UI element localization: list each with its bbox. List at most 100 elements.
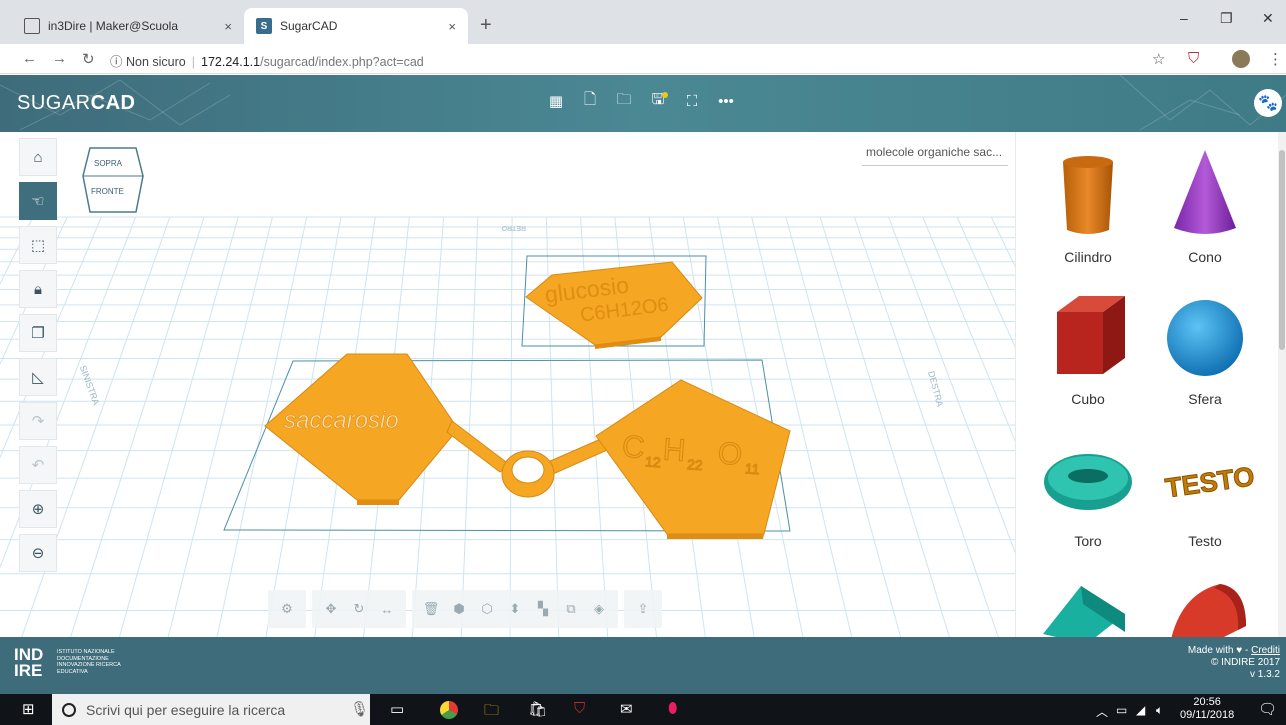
avatar[interactable] <box>1232 50 1250 68</box>
shape-sphere[interactable]: Sfera <box>1150 290 1260 407</box>
fullscreen-icon[interactable]: ⛶ <box>682 91 702 111</box>
task-view-icon[interactable]: ▭ <box>390 700 404 718</box>
mirror-icon[interactable]: ⧉ <box>558 596 584 622</box>
project-name-field[interactable]: molecole organiche sac... <box>862 142 1008 166</box>
bookmark-star-icon[interactable]: ☆ <box>1152 50 1165 68</box>
close-window-button[interactable]: ✕ <box>1262 10 1274 27</box>
pan-hand-icon[interactable]: ☜ <box>19 182 57 220</box>
pocket-extension-icon[interactable]: ⛉ <box>1188 50 1199 67</box>
tab-in3dire[interactable]: in3Dire | Maker@Scuola × <box>12 8 244 44</box>
tab-close-icon[interactable]: × <box>224 19 232 34</box>
copy-icon[interactable]: ❐ <box>19 314 57 352</box>
made-with-text: Made with ♥ - <box>1187 645 1252 656</box>
shape-prism[interactable] <box>1033 574 1143 637</box>
move-icon[interactable]: ✥ <box>318 596 344 622</box>
tab-close-icon[interactable]: × <box>448 19 456 34</box>
volume-icon[interactable]: 🔈︎ <box>1156 703 1163 718</box>
wifi-icon[interactable]: ◢ <box>1136 703 1145 717</box>
battery-icon[interactable]: ▭ <box>1116 703 1127 717</box>
mail-icon[interactable]: ✉ <box>620 700 633 718</box>
rotate-icon[interactable]: ↻ <box>346 596 372 622</box>
undo-icon[interactable]: ↶ <box>19 446 57 484</box>
home-view-icon[interactable]: ⌂ <box>19 138 57 176</box>
logo-subtitle: ISTITUTO NAZIONALE DOCUMENTAZIONE INNOVA… <box>57 649 121 675</box>
settings-gear-icon[interactable]: ⚙ <box>274 596 300 622</box>
back-arrow-icon[interactable]: ← <box>22 50 37 67</box>
formula-11: 11 <box>744 460 760 477</box>
new-tab-button[interactable]: + <box>480 14 492 37</box>
shape-text[interactable]: TESTO Testo <box>1150 432 1260 549</box>
zoom-out-icon[interactable]: ⊖ <box>19 534 57 572</box>
tray-chevron-icon[interactable]: ︿ <box>1096 703 1108 720</box>
shape-half-cylinder[interactable] <box>1150 574 1260 637</box>
lock-icon[interactable]: 🔒︎ <box>19 270 57 308</box>
settings-group: ⚙ <box>268 590 306 628</box>
box-select-icon[interactable]: ⬚ <box>19 226 57 264</box>
export-icon[interactable]: ⇪ <box>630 596 656 622</box>
shapes-scrollbar[interactable] <box>1278 132 1286 637</box>
tab-sugarcad[interactable]: S SugarCAD × <box>244 8 468 44</box>
scrollbar-thumb[interactable] <box>1279 150 1285 350</box>
shape-torus[interactable]: Toro <box>1033 432 1143 549</box>
chrome-icon[interactable] <box>440 701 458 719</box>
export-group: ⇪ <box>624 590 662 628</box>
shape-label: Cono <box>1188 249 1222 265</box>
windows-start-icon[interactable]: ⊞ <box>22 700 35 718</box>
taskbar-search[interactable]: Scrivi qui per eseguire la ricerca <box>52 694 370 725</box>
left-toolbar: ⌂ ☜ ⬚ 🔒︎ ❐ ◺ ↷ ↶ ⊕ ⊖ <box>19 138 57 578</box>
copyright-text: © INDIRE 2017 <box>1210 657 1280 668</box>
grid-label-left: SINISTRA <box>78 364 102 406</box>
taskbar-clock[interactable]: 20:56 09/11/2018 <box>1180 696 1234 722</box>
info-icon[interactable]: ⓘ <box>110 55 123 69</box>
mic-icon[interactable]: 🎙︎ <box>350 700 369 718</box>
shape-label: Cubo <box>1071 391 1105 407</box>
sucrose-hexagon-side <box>357 500 399 505</box>
view-cube[interactable]: SOPRA FRONTE <box>80 146 146 216</box>
group-icon[interactable]: ⬢ <box>446 596 472 622</box>
credits-link[interactable]: Crediti <box>1251 645 1280 656</box>
file-explorer-icon[interactable]: 🗀 <box>484 700 499 725</box>
formula-o: O <box>717 435 744 472</box>
indire-logo[interactable]: IND IRE ISTITUTO NAZIONALE DOCUMENTAZION… <box>14 646 120 679</box>
store-icon[interactable]: 🛍︎ <box>528 700 547 718</box>
scale-icon[interactable]: ↔ <box>374 596 400 622</box>
new-file-icon[interactable]: 🗋 <box>580 91 600 111</box>
save-icon[interactable]: 🖫 <box>648 91 668 111</box>
reload-icon[interactable]: ↻ <box>82 50 95 68</box>
scene-canvas[interactable]: RETRO SINISTRA DESTRA glucosio C6H12O6 s… <box>0 132 1015 637</box>
delete-icon[interactable]: 🗑︎ <box>418 596 444 622</box>
menu-dots-icon[interactable]: ⋮ <box>1268 50 1283 68</box>
forward-arrow-icon[interactable]: → <box>52 50 67 67</box>
prism-icon <box>1043 586 1125 637</box>
paw-icon[interactable]: 🐾 <box>1254 89 1282 117</box>
shape-label: Testo <box>1188 533 1222 549</box>
mcafee-icon[interactable]: ⛉ <box>574 700 585 717</box>
url-field[interactable]: ⓘ Non sicuro | 172.24.1.1/sugarcad/index.p… <box>110 51 424 70</box>
shape-cone[interactable]: Cono <box>1150 148 1260 265</box>
half-cylinder-icon <box>1171 584 1246 637</box>
open-folder-icon[interactable]: 🗀 <box>614 91 634 111</box>
restore-button[interactable]: ❐ <box>1220 10 1233 27</box>
logo-text-bold: CAD <box>90 92 136 114</box>
redo-icon[interactable]: ↷ <box>19 402 57 440</box>
shape-cylinder[interactable]: Cilindro <box>1033 148 1143 265</box>
search-placeholder: Scrivi qui per eseguire la ricerca <box>86 701 286 718</box>
workspace: RETRO SINISTRA DESTRA glucosio C6H12O6 s… <box>0 132 1286 637</box>
duplicate-icon[interactable]: ▚ <box>530 596 556 622</box>
shape-cube[interactable]: Cubo <box>1033 290 1143 407</box>
cortana-icon <box>62 702 76 717</box>
sugarcad-logo[interactable]: SUGARCAD <box>17 92 135 115</box>
paint3d-icon[interactable]: ⬮ <box>668 700 677 717</box>
solid-icon[interactable]: ⬡ <box>474 596 500 622</box>
minimize-button[interactable]: – <box>1180 10 1188 26</box>
bottom-toolbar: ⚙ ✥ ↻ ↔ 🗑︎ ⬢ ⬡ ⬍ ▚ ⧉ ◈ ⇪ <box>268 590 662 628</box>
more-icon[interactable]: ••• <box>716 91 736 111</box>
3d-viewport[interactable]: RETRO SINISTRA DESTRA glucosio C6H12O6 s… <box>0 132 1015 637</box>
zoom-in-icon[interactable]: ⊕ <box>19 490 57 528</box>
align-icon[interactable]: ⬍ <box>502 596 528 622</box>
ruler-icon[interactable]: ◺ <box>19 358 57 396</box>
grid-icon[interactable]: ▦ <box>546 91 566 111</box>
formula-12: 12 <box>645 453 662 470</box>
notifications-icon[interactable]: 🗨 <box>1258 700 1277 718</box>
boolean-icon[interactable]: ◈ <box>586 596 612 622</box>
